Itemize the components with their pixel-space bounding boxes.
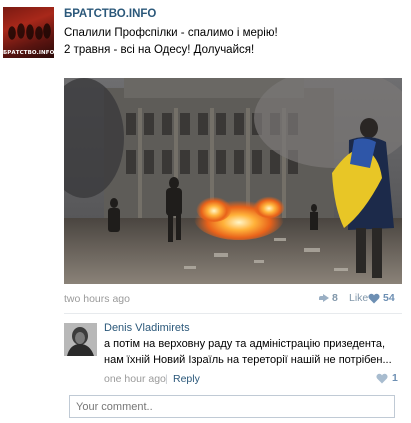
post-photo[interactable] <box>64 78 402 284</box>
comment-input[interactable] <box>69 395 395 418</box>
like-button-label[interactable]: Like <box>349 292 368 304</box>
avatar-figures <box>3 15 54 49</box>
post-timestamp[interactable]: two hours ago <box>64 293 130 305</box>
like-count: 54 <box>383 292 395 304</box>
comment-text-line-2: нам їхній Новий Ізраїль на теpеторії наш… <box>104 354 392 366</box>
post-text-line-2: 2 травня - всі на Одесу! Долучайся! <box>64 44 255 56</box>
comment-like-count: 1 <box>392 372 398 384</box>
post-divider <box>64 313 402 314</box>
comment-text-line-1: а потім на верховну раду та адміністраці… <box>104 338 386 350</box>
share-icon[interactable] <box>318 293 330 303</box>
commenter-avatar[interactable] <box>64 323 97 356</box>
comment-separator: | <box>165 373 168 385</box>
repost-count: 8 <box>332 292 338 304</box>
post-text-line-1: Спалили Профспілки - спалимо і мерію! <box>64 27 278 39</box>
heart-icon[interactable] <box>376 373 388 384</box>
burning-building-image <box>64 78 402 284</box>
commenter-photo <box>64 323 97 356</box>
group-name-link[interactable]: БРАТСТВО.INFO <box>64 8 156 20</box>
heart-icon[interactable] <box>368 293 380 304</box>
group-avatar-caption: БРАТСТВО.INFO <box>3 50 54 56</box>
commenter-name-link[interactable]: Denis Vladimirets <box>104 322 190 334</box>
group-avatar[interactable]: БРАТСТВО.INFO <box>3 7 54 58</box>
reply-link[interactable]: Reply <box>173 373 200 385</box>
comment-timestamp[interactable]: one hour ago <box>104 373 166 385</box>
